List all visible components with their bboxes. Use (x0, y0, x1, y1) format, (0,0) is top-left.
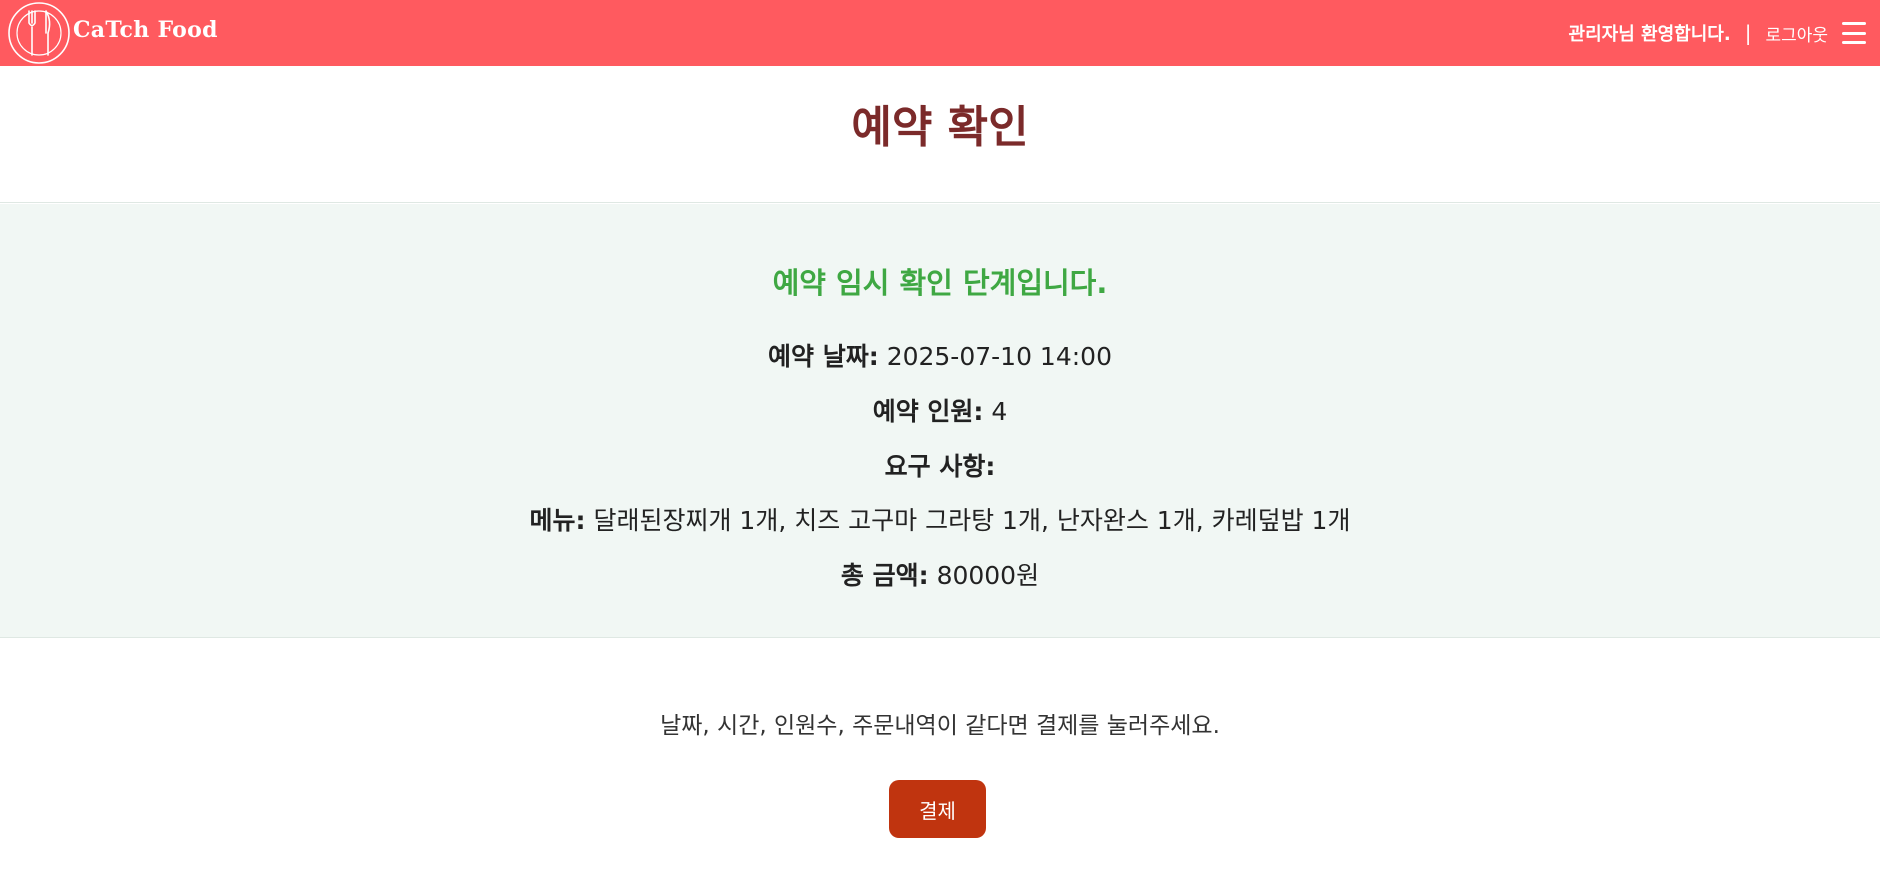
menu-bar (1842, 22, 1866, 25)
brand[interactable]: CaTch Food (0, 0, 218, 66)
brand-name: CaTch Food (73, 17, 218, 43)
page-title: 예약 확인 (851, 102, 1029, 153)
reservation-menu-value: 달래된장찌개 1개, 치즈 고구마 그라탕 1개, 난자완스 1개, 카레덮밥 … (593, 506, 1351, 535)
reservation-date-value: 2025-07-10 14:00 (886, 342, 1112, 371)
reservation-confirm-panel: 예약 임시 확인 단계입니다. 예약 날짜: 2025-07-10 14:00 … (0, 204, 1880, 638)
reservation-people-value: 4 (991, 397, 1008, 426)
reservation-date-label: 예약 날짜: (768, 342, 879, 371)
welcome-text: 관리자님 환영합니다. (1568, 24, 1731, 45)
reservation-date-row: 예약 날짜: 2025-07-10 14:00 (0, 342, 1880, 372)
reservation-menu-row: 메뉴: 달래된장찌개 1개, 치즈 고구마 그라탕 1개, 난자완스 1개, 카… (0, 506, 1880, 536)
menu-bar (1842, 31, 1866, 35)
logout-link[interactable]: 로그아웃 (1765, 21, 1828, 46)
top-navbar: CaTch Food 관리자님 환영합니다. | 로그아웃 (0, 0, 1880, 66)
reservation-requests-label: 요구 사항: (884, 452, 996, 481)
pay-button[interactable]: 결제 (889, 780, 986, 838)
reservation-menu-label: 메뉴: (529, 506, 586, 535)
user-area: 관리자님 환영합니다. | 로그아웃 (1569, 0, 1880, 66)
reservation-people-label: 예약 인원: (872, 397, 984, 426)
fork-knife-plate-icon (8, 2, 70, 64)
confirm-heading: 예약 임시 확인 단계입니다. (772, 266, 1108, 300)
reservation-total-label: 총 금액: (840, 561, 929, 590)
reservation-total-value: 80000원 (936, 561, 1040, 590)
page-title-section: 예약 확인 (0, 66, 1880, 203)
menu-bar (1842, 41, 1866, 44)
payment-notice: 날짜, 시간, 인원수, 주문내역이 같다면 결제를 눌러주세요. (660, 713, 1220, 739)
reservation-requests-row: 요구 사항: (0, 452, 1880, 482)
hamburger-menu-icon[interactable] (1842, 22, 1866, 44)
reservation-people-row: 예약 인원: 4 (0, 397, 1880, 427)
separator: | (1744, 21, 1752, 45)
reservation-total-row: 총 금액: 80000원 (0, 561, 1880, 591)
